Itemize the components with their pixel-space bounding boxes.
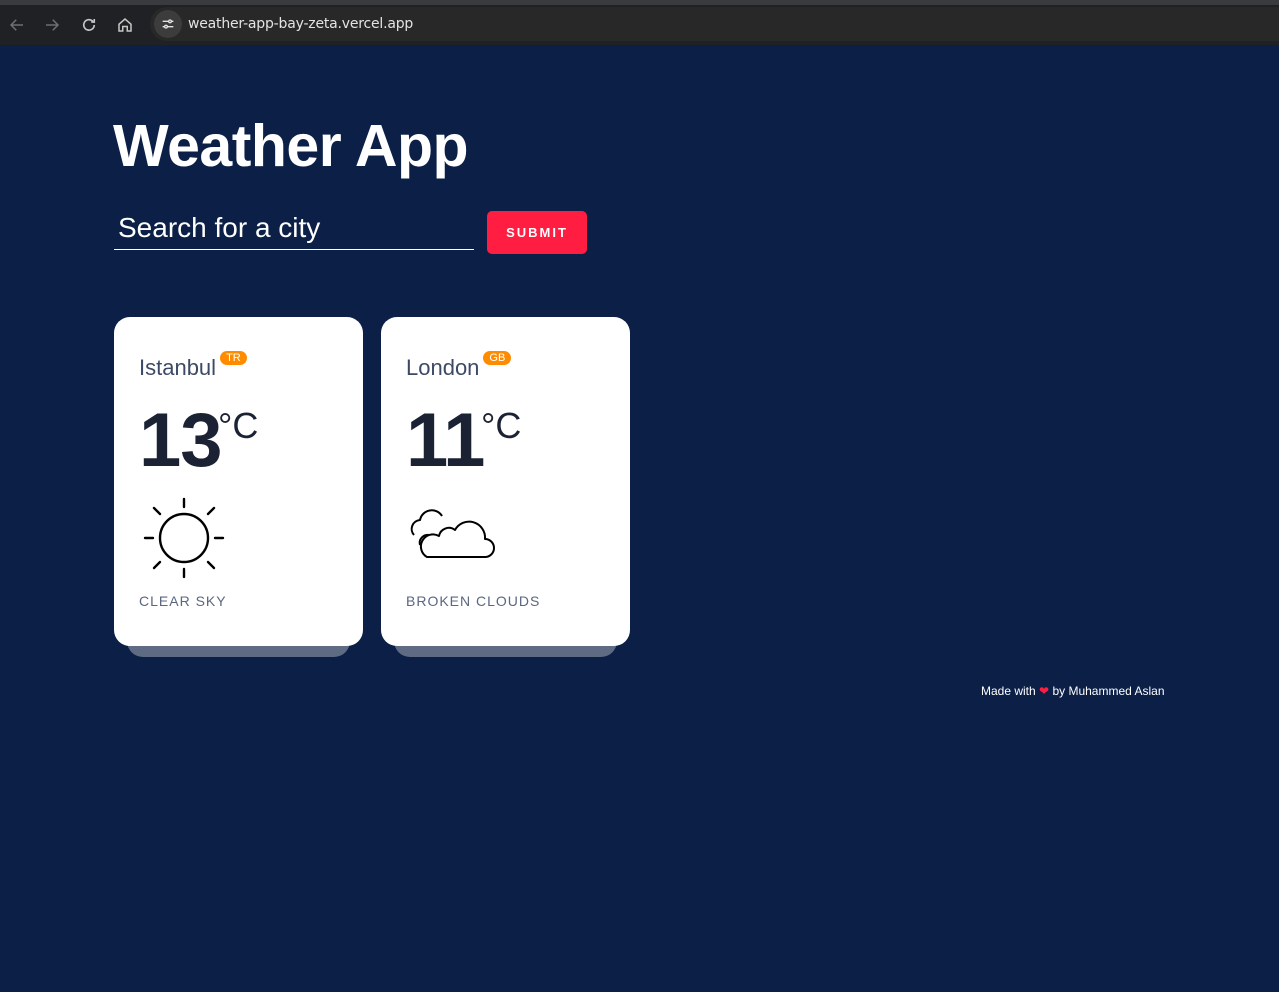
home-icon xyxy=(118,18,132,32)
submit-button[interactable]: SUBMIT xyxy=(487,211,587,254)
country-badge: TR xyxy=(220,351,247,365)
weather-card: Istanbul TR 13 °C CLEAR SKY xyxy=(114,317,363,646)
temperature-unit: °C xyxy=(481,405,522,446)
temperature-unit: °C xyxy=(218,405,259,446)
weather-condition: BROKEN CLOUDS xyxy=(406,593,541,609)
weather-card: London GB 11 °C BROKEN CLOUDS xyxy=(381,317,630,646)
site-info-button[interactable] xyxy=(154,10,182,38)
broken-clouds-icon xyxy=(406,497,496,572)
temperature-value: 11 xyxy=(406,398,485,483)
weather-card-london: London GB 11 °C BROKEN CLOUDS xyxy=(381,317,630,657)
weather-condition: CLEAR SKY xyxy=(139,593,227,609)
arrow-right-icon xyxy=(46,19,60,31)
url-text: weather-app-bay-zeta.vercel.app xyxy=(188,16,414,32)
footer-made-with: Made with xyxy=(981,684,1036,698)
forward-button[interactable] xyxy=(38,11,66,39)
arrow-left-icon xyxy=(9,19,23,31)
weather-card-istanbul: Istanbul TR 13 °C CLEAR SKY xyxy=(114,317,363,657)
sun-icon xyxy=(139,497,229,592)
temperature-value: 13 xyxy=(139,398,223,483)
heart-icon: ❤ xyxy=(1039,684,1050,698)
footer-author: by Muhammed Aslan xyxy=(1052,684,1165,698)
city-name-text: Istanbul xyxy=(139,355,217,380)
page-title: Weather App xyxy=(113,113,469,179)
home-button[interactable] xyxy=(111,11,139,39)
browser-toolbar: weather-app-bay-zeta.vercel.app xyxy=(0,0,1279,45)
city-name: Istanbul TR xyxy=(139,351,247,381)
address-bar[interactable]: weather-app-bay-zeta.vercel.app xyxy=(150,7,1279,41)
country-badge: GB xyxy=(483,351,512,365)
reload-button[interactable] xyxy=(75,11,103,39)
tune-icon xyxy=(162,19,174,29)
city-name: London GB xyxy=(406,351,512,381)
footer-credit: Made with ❤ by Muhammed Aslan xyxy=(981,684,1165,698)
back-button[interactable] xyxy=(3,11,31,39)
city-name-text: London xyxy=(406,355,480,380)
city-search-input[interactable] xyxy=(114,207,474,250)
reload-icon xyxy=(82,18,96,31)
